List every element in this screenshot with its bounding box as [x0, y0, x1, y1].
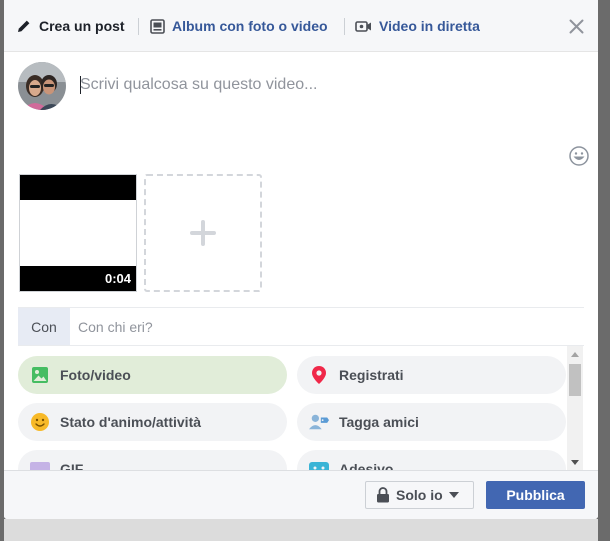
- album-icon: [150, 18, 165, 34]
- action-label: GIF: [60, 461, 84, 470]
- action-label: Registrati: [339, 367, 404, 383]
- smiley-icon: [30, 412, 50, 432]
- tag-friends-icon: [309, 412, 329, 432]
- tab-create-post-label: Crea un post: [39, 18, 125, 34]
- composer-tabs: Crea un post Album con foto o video Vide…: [4, 0, 598, 52]
- close-icon: [569, 19, 583, 33]
- action-sticker[interactable]: Adesivo: [297, 450, 566, 470]
- post-actions-grid: Foto/video Registrati Stato d'animo/atti…: [4, 346, 598, 470]
- action-tag-friends[interactable]: Tagga amici: [297, 403, 566, 441]
- create-post-dialog: Crea un post Album con foto o video Vide…: [4, 0, 598, 519]
- tab-album[interactable]: Album con foto o video: [150, 0, 328, 52]
- video-letterbox-top: [20, 175, 136, 200]
- scroll-up-arrow[interactable]: [567, 346, 583, 362]
- caret-down-icon: [448, 492, 459, 498]
- user-avatar: [18, 62, 66, 110]
- photo-icon: [30, 365, 50, 385]
- action-label: Adesivo: [339, 461, 394, 470]
- lock-icon: [377, 487, 389, 503]
- video-duration: 0:04: [104, 271, 131, 286]
- plus-icon: [190, 220, 216, 246]
- sticker-icon: [309, 459, 329, 470]
- action-gif[interactable]: GIF: [18, 450, 287, 470]
- add-media-button[interactable]: [144, 174, 262, 292]
- privacy-selector[interactable]: Solo io: [365, 481, 474, 509]
- video-thumbnail[interactable]: 0:04: [19, 174, 137, 292]
- background-strip: [4, 519, 598, 541]
- action-feeling-activity[interactable]: Stato d'animo/attività: [18, 403, 287, 441]
- video-camera-icon: [355, 20, 371, 32]
- pencil-icon: [18, 20, 30, 32]
- tab-album-label: Album con foto o video: [172, 18, 328, 34]
- actions-scrollbar[interactable]: [567, 346, 583, 470]
- scroll-thumb[interactable]: [569, 364, 581, 396]
- publish-button[interactable]: Pubblica: [486, 481, 585, 509]
- action-label: Foto/video: [60, 367, 131, 383]
- tag-people-input[interactable]: [70, 308, 584, 346]
- tab-create-post[interactable]: Crea un post: [16, 0, 125, 52]
- emoji-icon: [569, 146, 589, 166]
- privacy-label: Solo io: [396, 487, 443, 503]
- tab-separator: [138, 18, 139, 35]
- post-text-input[interactable]: [80, 70, 550, 100]
- action-label: Tagga amici: [339, 414, 419, 430]
- scroll-down-arrow[interactable]: [567, 454, 583, 470]
- tab-live-video-label: Video in diretta: [379, 18, 480, 34]
- action-label: Stato d'animo/attività: [60, 414, 202, 430]
- with-label: Con: [18, 308, 70, 346]
- action-check-in[interactable]: Registrati: [297, 356, 566, 394]
- close-button[interactable]: [566, 16, 586, 36]
- tab-live-video[interactable]: Video in diretta: [355, 0, 480, 52]
- tab-separator: [344, 18, 345, 35]
- gif-icon: [30, 459, 50, 470]
- action-photo-video[interactable]: Foto/video: [18, 356, 287, 394]
- location-pin-icon: [309, 365, 329, 385]
- composer-footer: Solo io Pubblica: [4, 470, 598, 519]
- emoji-button[interactable]: [568, 145, 590, 167]
